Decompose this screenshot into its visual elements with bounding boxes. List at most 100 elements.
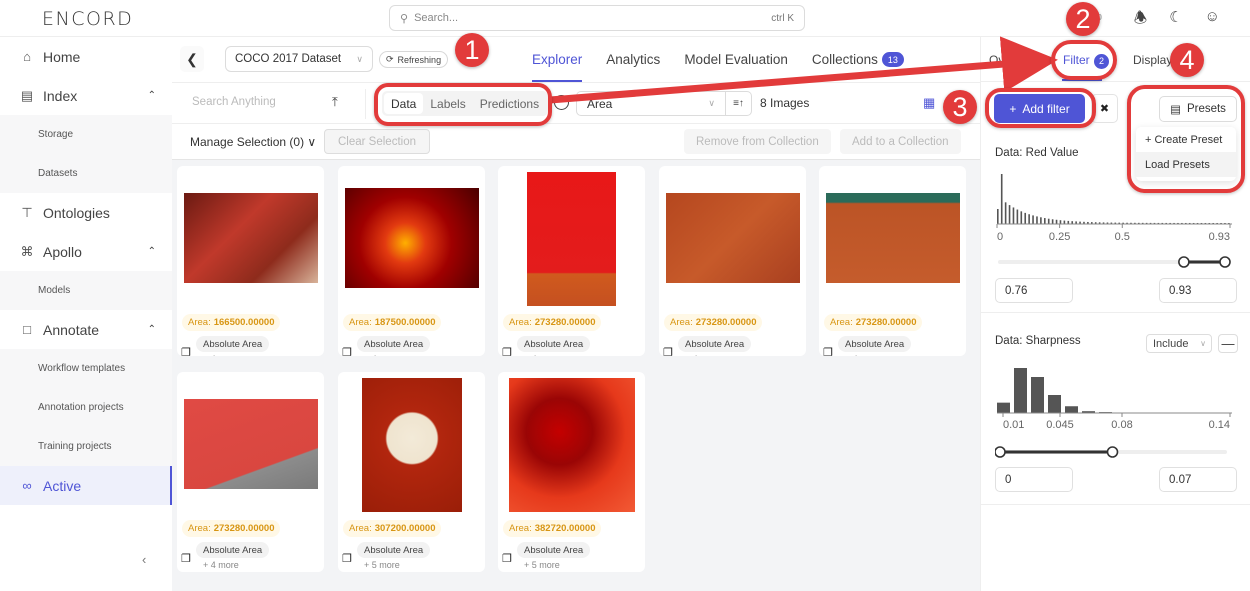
selection-bar: Manage Selection (0) ∨ Clear Selection R… (172, 123, 980, 160)
annotation-ring-add-filter (985, 88, 1096, 128)
more-tags-link[interactable]: + 4 more (845, 354, 881, 356)
sidebar-item-training-projects[interactable]: Training projects (0, 427, 172, 466)
remove-from-collection-button[interactable]: Remove from Collection (684, 129, 831, 154)
image-thumbnail[interactable] (183, 399, 318, 489)
sidebar-item-home[interactable]: ⌂ Home (0, 37, 172, 76)
search-anything-input[interactable]: Search Anything (192, 96, 276, 108)
explorer-toolbar: Search Anything ⤒ Data Labels Prediction… (172, 82, 980, 123)
refresh-status[interactable]: ⟳ Refreshing (379, 51, 449, 68)
info-icon[interactable] (554, 95, 569, 110)
layers-icon[interactable]: ❐ (342, 552, 352, 565)
sharpness-max-input[interactable]: 0.07 (1159, 467, 1237, 492)
image-card[interactable]: Area:273280.00000 Absolute Area ❐ + 4 more (177, 372, 324, 572)
tick-label: 0.01 (1003, 419, 1024, 429)
image-card[interactable]: Area: 382720.00000 Absolute Area ❐ + 5 more (498, 372, 645, 572)
image-thumbnail[interactable] (361, 378, 462, 512)
area-label: Area: (349, 317, 372, 328)
layers-icon[interactable]: ❐ (502, 346, 512, 356)
add-to-collection-button[interactable]: Add to a Collection (840, 129, 961, 154)
image-thumbnail[interactable] (825, 193, 960, 283)
annotation-marker-1: 1 (455, 33, 489, 67)
sidebar-item-ontologies[interactable]: ⊤ Ontologies (0, 193, 172, 232)
sidebar-item-storage[interactable]: Storage (0, 115, 172, 154)
upload-icon[interactable]: ⤒ (332, 94, 338, 110)
sidebar-item-workflow-templates[interactable]: Workflow templates (0, 349, 172, 388)
tab-overview[interactable]: Overview (989, 53, 1039, 67)
histogram-bar (1014, 368, 1027, 413)
dataset-select[interactable]: COCO 2017 Dataset ∨ (225, 46, 373, 72)
clear-selection-button[interactable]: Clear Selection (324, 129, 430, 154)
image-card[interactable]: Area:187500.00000 Absolute Area ❐ + 4 more (338, 166, 485, 356)
moon-icon[interactable]: ☾ (1169, 8, 1182, 33)
layers-icon[interactable]: ❐ (342, 346, 352, 356)
image-thumbnail[interactable] (183, 193, 318, 283)
grid-view-icon[interactable]: ▦ (923, 95, 935, 111)
slider-max-handle (1106, 446, 1119, 458)
image-thumbnail[interactable] (344, 188, 479, 288)
sidebar-item-annotation-projects[interactable]: Annotation projects (0, 388, 172, 427)
metric-tag: Absolute Area (517, 542, 591, 558)
encord-logo[interactable]: ENCORD (42, 8, 133, 30)
back-button[interactable]: ❮ (180, 46, 204, 72)
layers-icon[interactable]: ❐ (181, 552, 191, 565)
layers-icon[interactable]: ❐ (502, 552, 512, 565)
include-mode-select[interactable]: Include ∨ (1146, 334, 1212, 353)
image-thumbnail[interactable] (508, 378, 635, 512)
ontology-icon: ⊤ (21, 204, 33, 220)
tab-display[interactable]: Display (1133, 53, 1172, 67)
more-tags-link[interactable]: + 4 more (203, 354, 239, 356)
chevron-up-icon[interactable]: ⌃ (148, 246, 156, 257)
sharpness-range-slider[interactable] (995, 445, 1240, 459)
global-search-input[interactable]: ⚲ Search... ctrl K (389, 5, 805, 31)
chevron-up-icon[interactable]: ⌃ (148, 324, 156, 335)
sharpness-min-input[interactable]: 0 (995, 467, 1073, 492)
bell-icon[interactable]: 🕭 (1134, 8, 1147, 33)
tick-label: 0.08 (1111, 419, 1132, 429)
area-metric-pill: Area: 273280.00000 (824, 314, 923, 331)
image-thumbnail[interactable] (527, 172, 616, 306)
red-value-max-input[interactable]: 0.93 (1159, 278, 1237, 303)
layers-icon[interactable]: ❐ (663, 346, 673, 356)
sidebar-item-apollo[interactable]: ⌘ Apollo ⌃ (0, 232, 172, 271)
histogram-bar (1016, 209, 1019, 224)
red-value-range-slider[interactable] (995, 255, 1240, 269)
more-tags-link[interactable]: + 5 more (524, 560, 560, 570)
more-tags-link[interactable]: + 5 more (364, 560, 400, 570)
image-card[interactable]: Area:273280.00000 Absolute Area ❐ + 4 more (659, 166, 806, 356)
chevron-up-icon[interactable]: ⌃ (148, 90, 156, 101)
image-thumbnail[interactable] (665, 193, 800, 283)
tab-explorer[interactable]: Explorer (520, 37, 594, 82)
more-tags-link[interactable]: + 4 more (524, 354, 560, 356)
tab-collections[interactable]: Collections 13 (800, 37, 916, 82)
area-value: 307200.00000 (374, 523, 436, 534)
manage-selection-dropdown[interactable]: Manage Selection (0) ∨ (190, 135, 316, 149)
area-metric-pill: Area: 273280.00000 (503, 314, 602, 331)
user-icon[interactable]: ☺ (1205, 8, 1220, 33)
layers-icon[interactable]: ❐ (181, 346, 191, 356)
image-card[interactable]: Area:273280.00000 Absolute Area ❐ + 4 more (498, 166, 645, 356)
sidebar-item-active[interactable]: ∞ Active (0, 466, 172, 505)
layers-icon[interactable]: ❐ (823, 346, 833, 356)
image-card[interactable]: Area:166500.00000 Absolute Area ❐ + 4 more (177, 166, 324, 356)
more-tags-link[interactable]: + 4 more (203, 560, 239, 570)
remove-filter-button[interactable]: — (1218, 334, 1238, 353)
sidebar-item-datasets[interactable]: Datasets (0, 154, 172, 193)
tab-model-evaluation[interactable]: Model Evaluation (672, 37, 800, 82)
sort-by-select[interactable]: Area ∨ (576, 91, 726, 116)
histogram-bar (1051, 219, 1054, 224)
annotate-icon: □ (23, 322, 31, 337)
sidebar-item-annotate[interactable]: □ Annotate ⌃ (0, 310, 172, 349)
more-tags-link[interactable]: + 4 more (685, 354, 721, 356)
image-card[interactable]: Area: 307200.00000 Absolute Area ❐ + 5 more (338, 372, 485, 572)
sidebar-item-index[interactable]: ▤ Index ⌃ (0, 76, 172, 115)
refresh-icon: ⟳ (386, 54, 394, 64)
sort-direction-button[interactable]: ≡↑ (726, 91, 752, 116)
histogram-bar (1012, 207, 1015, 224)
more-tags-link[interactable]: + 4 more (364, 354, 400, 356)
sidebar-item-models[interactable]: Models (0, 271, 172, 310)
tab-analytics[interactable]: Analytics (594, 37, 672, 82)
image-card[interactable]: Area:273280.00000 Absolute Area ❐ + 4 more (819, 166, 966, 356)
red-value-min-input[interactable]: 0.76 (995, 278, 1073, 303)
collapse-sidebar-icon[interactable]: ‹ (142, 552, 146, 567)
histogram-bar (1004, 202, 1007, 224)
